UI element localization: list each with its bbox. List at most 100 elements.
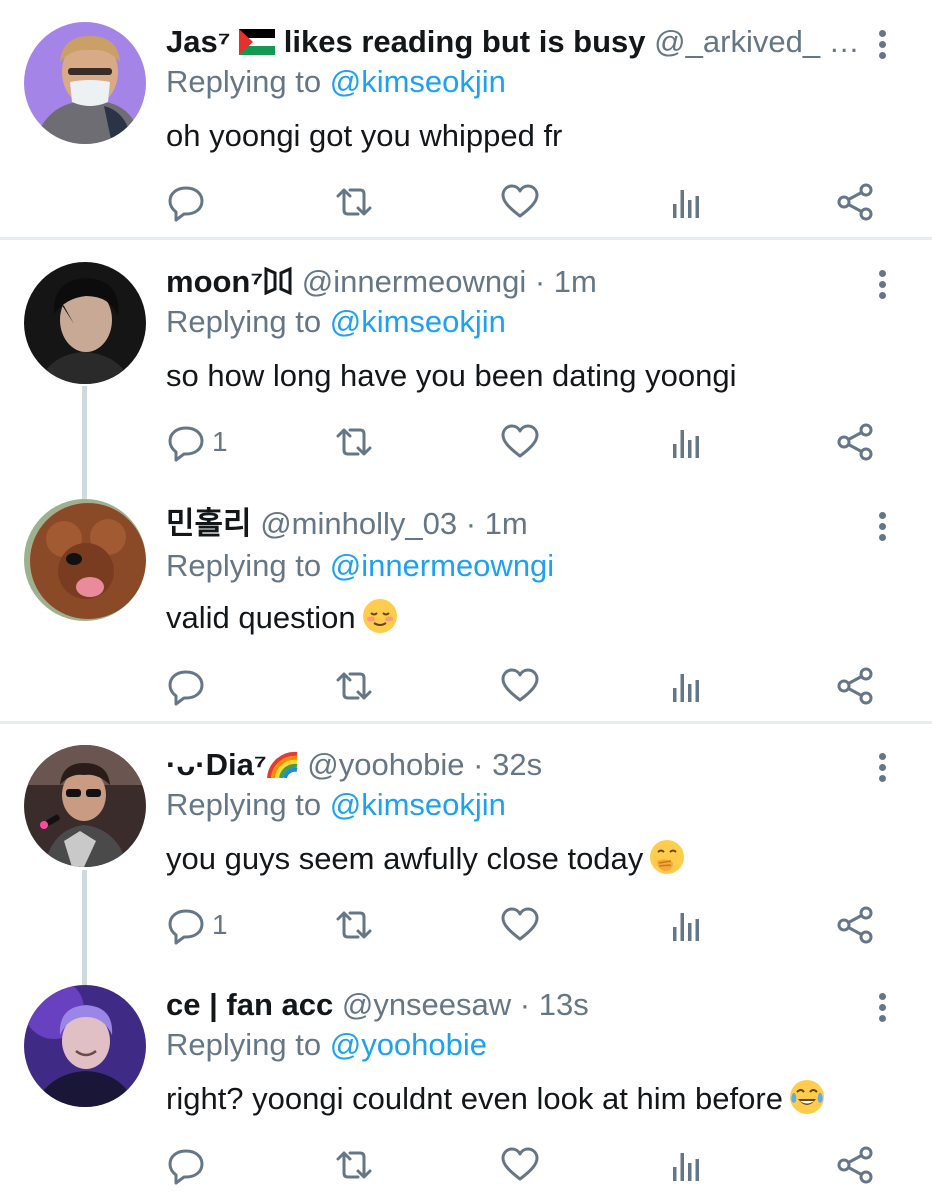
- display-name[interactable]: ·ᴗ·Dia⁷: [166, 747, 267, 782]
- reply-button[interactable]: [166, 180, 212, 224]
- like-button[interactable]: [500, 180, 540, 224]
- retweet-icon: [332, 182, 376, 222]
- like-button[interactable]: [500, 664, 540, 708]
- tweet[interactable]: ·ᴗ·Dia⁷ @yoohobie · 32s Replying to @kim…: [0, 745, 932, 945]
- handle[interactable]: @minholly_03 · 1m: [260, 506, 528, 541]
- tweet-text: valid question: [166, 598, 398, 638]
- avatar[interactable]: [24, 745, 146, 867]
- palestine-flag-icon: [239, 25, 276, 65]
- reply-icon: [166, 905, 206, 945]
- share-icon: [834, 666, 876, 706]
- tweet-text-content: valid question: [166, 600, 356, 635]
- replying-to: Replying to @kimseokjin: [166, 785, 506, 825]
- retweet-icon: [332, 666, 376, 706]
- analytics-icon: [668, 422, 704, 462]
- bts-logo-icon: [263, 265, 293, 305]
- reply-icon: [166, 182, 206, 222]
- share-button[interactable]: [834, 180, 876, 224]
- avatar[interactable]: [24, 262, 146, 384]
- tweet-text: you guys seem awfully close today: [166, 839, 685, 879]
- avatar[interactable]: [24, 499, 146, 621]
- more-vertical-icon[interactable]: [870, 506, 894, 546]
- handle[interactable]: @_arkived_ …: [654, 24, 860, 59]
- mention-link[interactable]: @yoohobie: [330, 1027, 487, 1062]
- like-button[interactable]: [500, 420, 540, 464]
- relieved-face-emoji-icon: [362, 598, 398, 634]
- analytics-button[interactable]: [668, 420, 704, 464]
- avatar-photo-masked-man: [24, 22, 146, 144]
- like-button[interactable]: [500, 903, 540, 947]
- share-button[interactable]: [834, 903, 876, 947]
- share-icon: [834, 1145, 876, 1185]
- display-name[interactable]: 민홀리: [166, 506, 252, 541]
- display-name-extra[interactable]: likes reading but is busy: [284, 24, 646, 59]
- display-name[interactable]: ce | fan acc: [166, 987, 333, 1022]
- handle[interactable]: @innermeowngi · 1m: [302, 264, 597, 299]
- display-name[interactable]: Jas⁷: [166, 24, 231, 59]
- tweet-header: 민홀리 @minholly_03 · 1m: [166, 504, 528, 544]
- reply-button[interactable]: [166, 664, 212, 708]
- reply-icon: [166, 666, 206, 706]
- share-icon: [834, 182, 876, 222]
- handle[interactable]: @ynseesaw · 13s: [342, 987, 589, 1022]
- tweet-actions: 1: [0, 903, 932, 947]
- tweet[interactable]: 민홀리 @minholly_03 · 1m Replying to @inner…: [0, 499, 932, 706]
- more-vertical-icon[interactable]: [870, 987, 894, 1027]
- reply-count: 1: [212, 909, 228, 940]
- tweet[interactable]: moon⁷ @innermeowngi · 1m Replying to @ki…: [0, 262, 932, 462]
- share-icon: [834, 422, 876, 462]
- divider: [0, 237, 932, 240]
- avatar[interactable]: [24, 985, 146, 1107]
- reply-button[interactable]: 1: [166, 420, 228, 464]
- handle[interactable]: @yoohobie · 32s: [307, 747, 542, 782]
- avatar[interactable]: [24, 22, 146, 144]
- more-vertical-icon[interactable]: [870, 24, 894, 64]
- tweet-actions: [0, 664, 932, 708]
- mention-link[interactable]: @innermeowngi: [330, 548, 554, 583]
- heart-icon: [500, 905, 540, 945]
- analytics-button[interactable]: [668, 903, 704, 947]
- reply-button[interactable]: 1: [166, 903, 228, 947]
- mention-link[interactable]: @kimseokjin: [330, 304, 506, 339]
- retweet-button[interactable]: [332, 180, 376, 224]
- more-vertical-icon[interactable]: [870, 747, 894, 787]
- analytics-icon: [668, 666, 704, 706]
- reply-icon: [166, 1145, 206, 1185]
- like-button[interactable]: [500, 1143, 540, 1187]
- retweet-button[interactable]: [332, 420, 376, 464]
- retweet-button[interactable]: [332, 1143, 376, 1187]
- tweet-header: Jas⁷ likes reading but is busy @_arkived…: [166, 22, 860, 65]
- tweet[interactable]: Jas⁷ likes reading but is busy @_arkived…: [0, 22, 932, 222]
- divider: [0, 721, 932, 724]
- retweet-button[interactable]: [332, 903, 376, 947]
- more-vertical-icon[interactable]: [870, 264, 894, 304]
- tweet-text: oh yoongi got you whipped fr: [166, 118, 563, 153]
- share-button[interactable]: [834, 1143, 876, 1187]
- mention-link[interactable]: @kimseokjin: [330, 787, 506, 822]
- analytics-icon: [668, 182, 704, 222]
- avatar-photo-dog: [24, 499, 146, 621]
- replying-to: Replying to @yoohobie: [166, 1025, 487, 1065]
- tears-of-joy-emoji-icon: [789, 1079, 825, 1115]
- analytics-button[interactable]: [668, 1143, 704, 1187]
- avatar-photo-dark-hair: [24, 262, 146, 384]
- tweet-text-content: right? yoongi couldnt even look at him b…: [166, 1081, 783, 1116]
- tweet[interactable]: ce | fan acc @ynseesaw · 13s Replying to…: [0, 985, 932, 1200]
- display-name[interactable]: moon⁷: [166, 264, 263, 299]
- share-icon: [834, 905, 876, 945]
- share-button[interactable]: [834, 664, 876, 708]
- reply-button[interactable]: [166, 1143, 212, 1187]
- avatar-photo-purple: [24, 985, 146, 1107]
- avatar-photo-sunglasses: [24, 745, 146, 867]
- tweet-text: right? yoongi couldnt even look at him b…: [166, 1079, 825, 1119]
- replying-to: Replying to @kimseokjin: [166, 302, 506, 342]
- replying-to: Replying to @kimseokjin: [166, 62, 506, 102]
- tweet-actions: [0, 180, 932, 224]
- analytics-button[interactable]: [668, 180, 704, 224]
- analytics-icon: [668, 1145, 704, 1185]
- retweet-button[interactable]: [332, 664, 376, 708]
- mention-link[interactable]: @kimseokjin: [330, 64, 506, 99]
- share-button[interactable]: [834, 420, 876, 464]
- analytics-button[interactable]: [668, 664, 704, 708]
- tweet-header: moon⁷ @innermeowngi · 1m: [166, 262, 597, 305]
